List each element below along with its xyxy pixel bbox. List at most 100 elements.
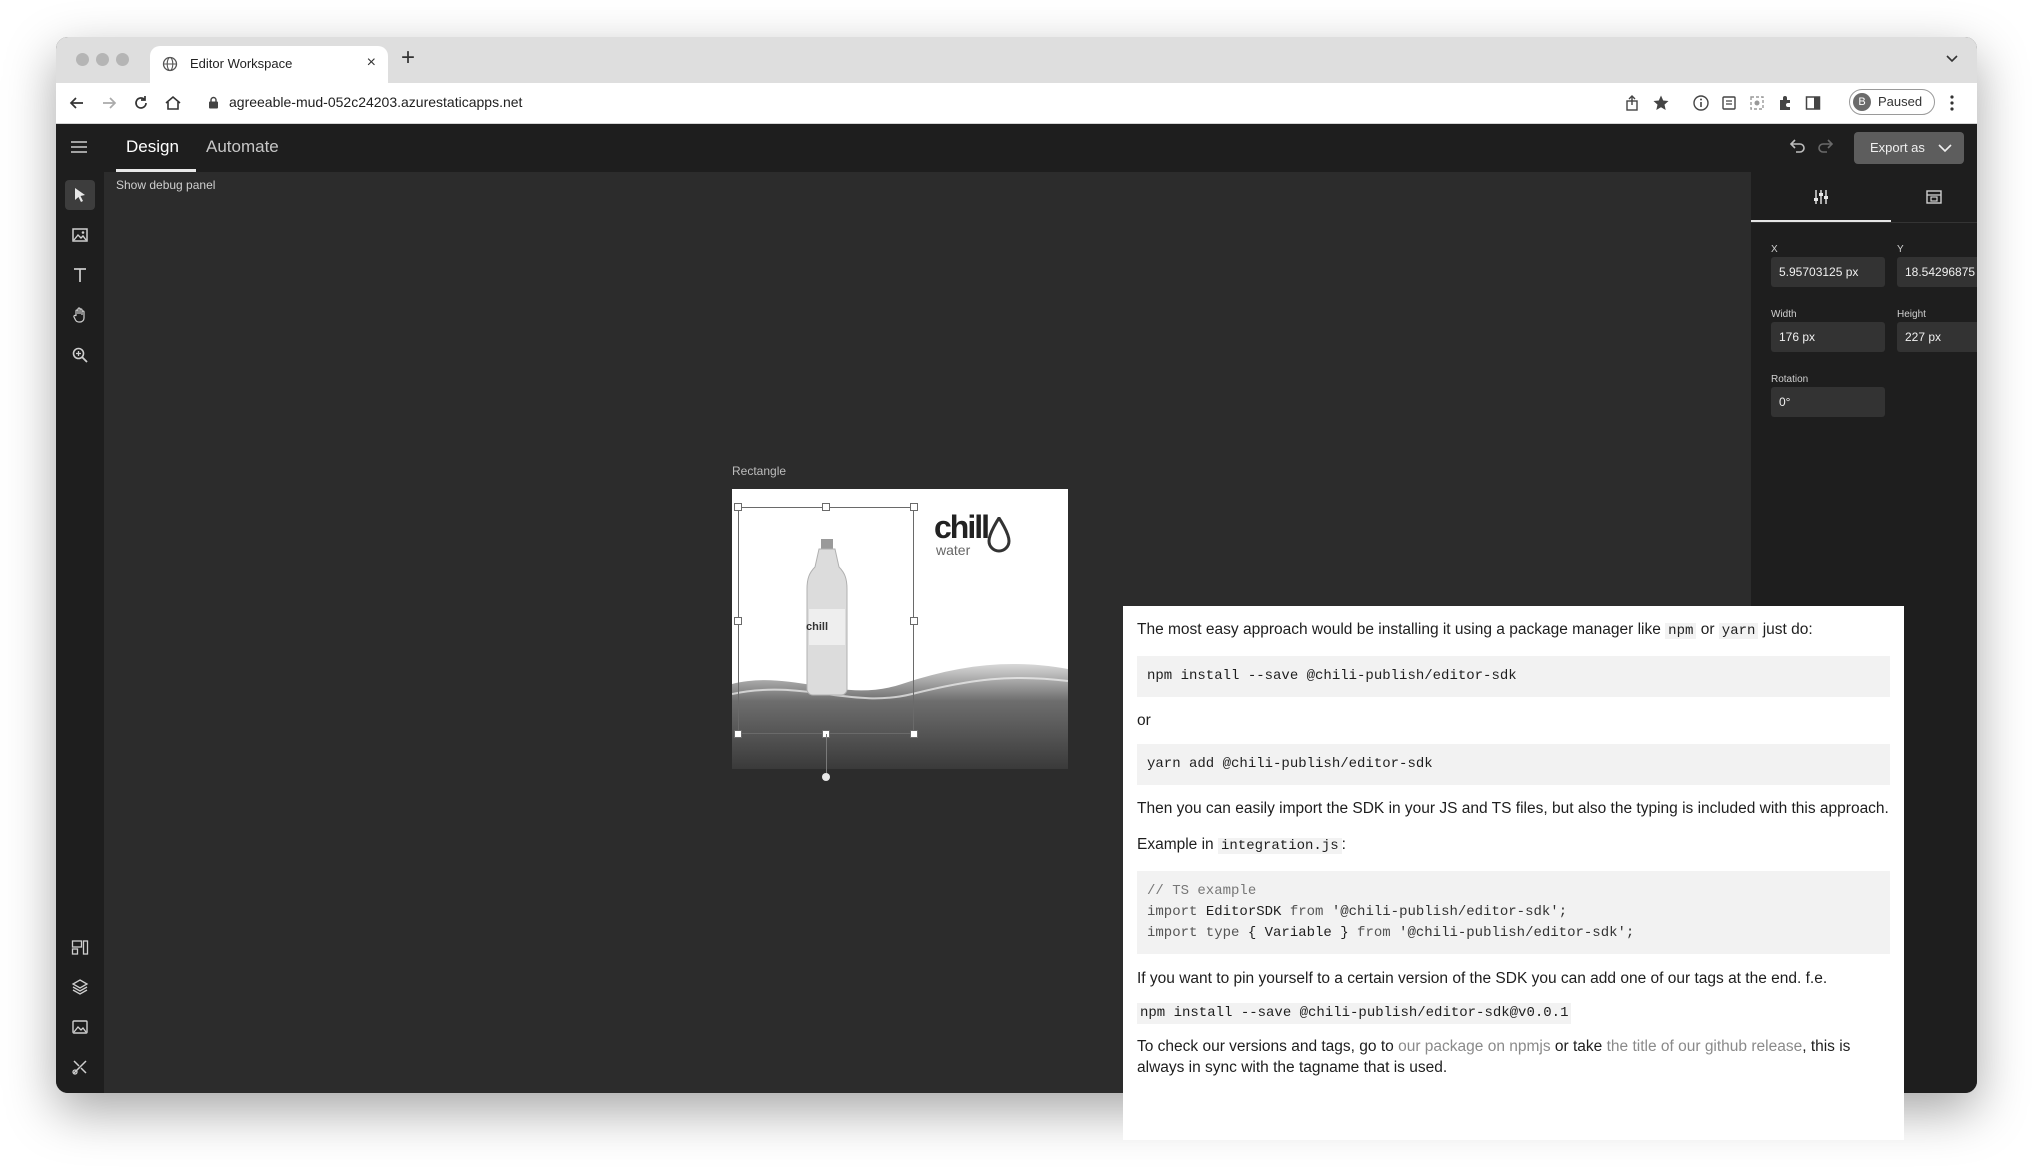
image-icon: [72, 228, 88, 242]
lock-icon[interactable]: [208, 96, 219, 109]
extension-capture-icon[interactable]: [1748, 94, 1766, 112]
share-icon[interactable]: [1623, 94, 1641, 112]
docs-versions-paragraph: To check our versions and tags, go to ou…: [1137, 1036, 1890, 1078]
brand-subtitle: water: [936, 542, 971, 558]
layouts-icon: [71, 940, 89, 955]
browser-menu-icon[interactable]: [1949, 94, 1955, 112]
rotation-handle[interactable]: [822, 773, 830, 781]
left-toolbar: [56, 172, 104, 1093]
variables-button[interactable]: [65, 1052, 95, 1082]
selected-layer-label: Rectangle: [732, 464, 787, 478]
zoom-tool-button[interactable]: [65, 340, 95, 370]
resize-handle-top-right[interactable]: [910, 503, 918, 511]
docs-example-colon: :: [1341, 836, 1346, 853]
y-label: Y: [1897, 244, 1904, 255]
tab-search-chevron-icon[interactable]: [1943, 49, 1961, 67]
properties-icon: [1814, 190, 1828, 204]
export-button[interactable]: Export as: [1854, 132, 1964, 164]
profile-status: Paused: [1878, 94, 1923, 109]
new-tab-button[interactable]: +: [401, 46, 415, 70]
layouts-button[interactable]: [65, 932, 95, 962]
resize-handle-bottom-right[interactable]: [910, 730, 918, 738]
profile-avatar: B: [1853, 93, 1871, 111]
window-zoom-dot[interactable]: [116, 53, 129, 66]
width-label: Width: [1771, 309, 1797, 320]
back-icon[interactable]: [68, 94, 86, 112]
select-icon: [75, 188, 85, 202]
code-keyword: from: [1357, 925, 1391, 941]
docs-versions-mid: or take: [1550, 1038, 1607, 1055]
selection-box[interactable]: [738, 507, 914, 734]
docs-intro-end: just do:: [1758, 621, 1813, 638]
extensions-puzzle-icon[interactable]: [1776, 94, 1794, 112]
zoom-icon: [72, 347, 88, 363]
rotation-input[interactable]: 0°: [1771, 387, 1885, 417]
hand-tool-button[interactable]: [65, 300, 95, 330]
code-keyword: import type: [1147, 925, 1240, 941]
address-bar: agreeable-mud-052c24203.azurestaticapps.…: [56, 83, 1977, 124]
ts-example-code-block: // TS example import EditorSDK from '@ch…: [1137, 871, 1890, 954]
window-minimize-dot[interactable]: [96, 53, 109, 66]
app-header: Design Automate Export as: [56, 124, 1977, 172]
window-close-dot[interactable]: [76, 53, 89, 66]
tab-layout[interactable]: [1891, 172, 1977, 222]
globe-icon: [162, 56, 178, 72]
forward-icon[interactable]: [100, 94, 118, 112]
bookmark-star-icon[interactable]: [1652, 94, 1670, 112]
tab-automate[interactable]: Automate: [206, 137, 279, 157]
width-input[interactable]: 176 px: [1771, 322, 1885, 352]
y-input[interactable]: 18.54296875 p: [1897, 257, 1977, 287]
layers-icon: [71, 979, 89, 995]
chevron-down-icon: [1938, 144, 1952, 153]
panel-divider: [1751, 222, 1977, 223]
npm-code: npm: [1665, 623, 1697, 639]
side-panel-icon[interactable]: [1804, 94, 1822, 112]
extension-doc-icon[interactable]: [1720, 94, 1738, 112]
image-tool-button[interactable]: [65, 220, 95, 250]
tab-design[interactable]: Design: [126, 137, 179, 157]
npm-install-code-block: npm install --save @chili-publish/editor…: [1137, 656, 1890, 697]
url-text[interactable]: agreeable-mud-052c24203.azurestaticapps.…: [229, 94, 522, 110]
select-tool-button[interactable]: [65, 180, 95, 210]
docs-or: or: [1137, 712, 1151, 729]
assets-icon: [72, 1020, 88, 1034]
profile-button[interactable]: B Paused: [1849, 89, 1935, 115]
export-label: Export as: [1870, 140, 1925, 155]
documentation-overlay: The most easy approach would be installi…: [1123, 606, 1904, 1140]
docs-import-paragraph: Then you can easily import the SDK in yo…: [1137, 800, 1889, 817]
resize-handle-top[interactable]: [822, 503, 830, 511]
resize-handle-right[interactable]: [910, 617, 918, 625]
rotation-line: [826, 734, 827, 776]
docs-pin-version-paragraph: If you want to pin yourself to a certain…: [1137, 970, 1828, 987]
redo-icon[interactable]: [1817, 138, 1837, 156]
home-icon[interactable]: [164, 94, 182, 112]
height-input[interactable]: 227 px: [1897, 322, 1977, 352]
extension-info-icon[interactable]: [1692, 94, 1710, 112]
code-comment: // TS example: [1147, 883, 1257, 899]
brand-logo: chill water: [934, 509, 990, 558]
code-string: '@chili-publish/editor-sdk';: [1390, 925, 1635, 941]
variables-icon: [72, 1060, 87, 1075]
layers-button[interactable]: [65, 972, 95, 1002]
code-keyword: from: [1289, 904, 1324, 920]
show-debug-panel-link[interactable]: Show debug panel: [116, 178, 215, 192]
browser-tab[interactable]: Editor Workspace ×: [150, 46, 388, 83]
assets-button[interactable]: [65, 1012, 95, 1042]
integration-js-code: integration.js: [1217, 838, 1342, 854]
resize-handle-left[interactable]: [734, 617, 742, 625]
docs-intro-text: The most easy approach would be installi…: [1137, 621, 1666, 638]
text-tool-button[interactable]: [65, 260, 95, 290]
docs-versions-text: To check our versions and tags, go to: [1137, 1038, 1399, 1055]
resize-handle-top-left[interactable]: [734, 503, 742, 511]
reload-icon[interactable]: [132, 94, 150, 112]
github-release-link[interactable]: the title of our github release: [1607, 1038, 1803, 1055]
resize-handle-bottom-left[interactable]: [734, 730, 742, 738]
x-input[interactable]: 5.95703125 px: [1771, 257, 1885, 287]
tab-close-icon[interactable]: ×: [367, 54, 376, 72]
undo-icon[interactable]: [1786, 138, 1806, 156]
x-label: X: [1771, 244, 1778, 255]
hamburger-menu-icon[interactable]: [71, 140, 87, 154]
npmjs-package-link[interactable]: our package on npmjs: [1398, 1038, 1551, 1055]
tab-properties[interactable]: [1751, 172, 1891, 222]
docs-example-text: Example in: [1137, 836, 1218, 853]
